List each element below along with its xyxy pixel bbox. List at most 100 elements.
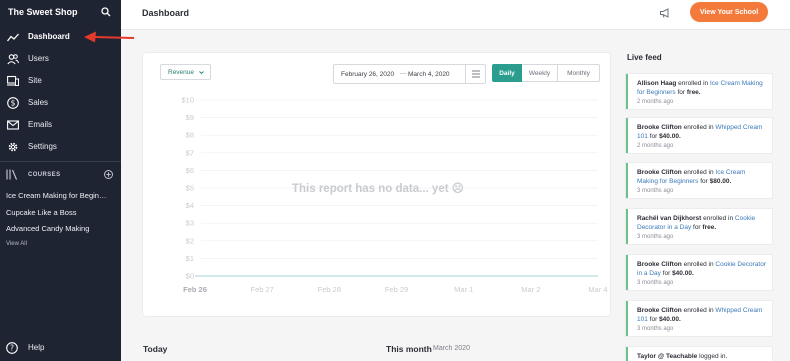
chart-x-tick-label: Feb 28: [318, 285, 341, 294]
help-button[interactable]: ? Help: [6, 341, 116, 355]
live-feed-text: Brooke Clifton enrolled in Whipped Cream…: [637, 306, 767, 324]
live-feed-timestamp: 3 months ago: [637, 188, 674, 194]
live-feed-amount: $40.00.: [659, 133, 681, 140]
live-feed-item: Taylor @ Teachable logged in.: [626, 347, 772, 361]
help-icon: ?: [6, 342, 18, 354]
chart-y-tick-label: $2: [186, 236, 194, 245]
live-feed-verb: enrolled in: [701, 215, 735, 222]
live-feed-item: Allison Haag enrolled in Ice Cream Makin…: [626, 74, 772, 109]
courses-heading: COURSES: [28, 172, 61, 178]
chart-x-tick-label: Feb 29: [385, 285, 408, 294]
live-feed-user[interactable]: Brooke Clifton: [637, 124, 682, 131]
live-feed-verb: enrolled in: [681, 261, 716, 268]
sidebar-course-link[interactable]: Cupcake Like a Boss: [6, 208, 116, 217]
chart-y-tick-label: $1: [186, 254, 194, 263]
chart-y-tick-label: $9: [186, 113, 194, 122]
live-feed-user[interactable]: Brooke Clifton: [637, 169, 682, 176]
live-feed-for: for: [675, 89, 687, 96]
date-range-start: February 26, 2020: [341, 71, 395, 78]
sidebar-course-link[interactable]: Advanced Candy Making: [6, 224, 116, 233]
sidebar-item-emails[interactable]: Emails: [0, 115, 121, 135]
live-feed-item: Brooke Clifton enrolled in Whipped Cream…: [626, 301, 772, 336]
chart-x-tick-label: Mar 2: [521, 285, 540, 294]
live-feed-timestamp: 3 months ago: [637, 280, 674, 286]
sidebar-item-label: Users: [28, 54, 49, 63]
view-your-school-button[interactable]: View Your School: [690, 2, 768, 22]
live-feed-user[interactable]: Allison Haag: [637, 80, 676, 87]
chart-y-tick-label: $7: [186, 148, 194, 157]
chart-y-tick-label: $6: [186, 166, 194, 175]
live-feed-timestamp: 3 months ago: [637, 234, 674, 240]
live-feed-text: Brooke Clifton enrolled in Ice Cream Mak…: [637, 168, 767, 186]
date-range-separator: —: [400, 70, 407, 77]
sidebar-item-label: Dashboard: [28, 32, 70, 41]
library-icon: [6, 169, 18, 180]
add-course-icon[interactable]: [104, 170, 113, 179]
live-feed-for: for: [698, 178, 710, 185]
live-feed-title: Live feed: [627, 53, 662, 62]
sidebar-item-users[interactable]: Users: [0, 49, 121, 69]
chart-x-tick-label: Mar 1: [454, 285, 473, 294]
date-range-end: March 4, 2020: [408, 71, 450, 78]
live-feed-verb: enrolled in: [681, 124, 716, 131]
live-feed-amount: free.: [686, 89, 701, 96]
live-feed-user[interactable]: Brooke Clifton: [637, 261, 682, 268]
sidebar-item-sales[interactable]: $ Sales: [0, 93, 121, 113]
live-feed-user[interactable]: Rachël van Dijkhorst: [637, 215, 701, 222]
calendar-menu-button[interactable]: [465, 65, 485, 83]
chart-x-tick-label: Feb 27: [250, 285, 273, 294]
envelope-icon: [7, 120, 19, 130]
this-month-heading: This month: [386, 344, 432, 354]
sidebar-item-settings[interactable]: Settings: [0, 137, 121, 157]
tab-weekly[interactable]: Weekly: [522, 64, 558, 82]
live-feed-text: Rachël van Dijkhorst enrolled in Cookie …: [637, 214, 767, 232]
chart-y-tick-label: $3: [186, 219, 194, 228]
live-feed-user[interactable]: Brooke Clifton: [637, 307, 682, 314]
revenue-report-card: $10 $9 $8 $7 $6 $5 $4 $3 $2 $1 $0 Feb 26 Feb 27 Feb 2…: [143, 53, 610, 316]
sidebar-item-label: Sales: [28, 98, 49, 107]
live-feed-item: Brooke Clifton enrolled in Ice Cream Mak…: [626, 163, 772, 198]
live-feed-verb: enrolled in: [681, 307, 716, 314]
sidebar-item-label: Settings: [28, 142, 57, 151]
dollar-icon: $: [7, 97, 19, 109]
live-feed-timestamp: 2 months ago: [637, 99, 674, 105]
metric-dropdown-value: Revenue: [168, 68, 195, 76]
this-month-date: March 2020: [433, 345, 470, 352]
megaphone-icon[interactable]: [659, 7, 671, 19]
tab-daily[interactable]: Daily: [492, 64, 522, 82]
chart-y-tick-label: $0: [186, 272, 194, 281]
live-feed-for: for: [660, 270, 673, 277]
live-feed-amount: $80.00.: [709, 178, 732, 185]
live-feed-verb: enrolled in: [676, 80, 710, 87]
sidebar-item-site[interactable]: Site: [0, 71, 121, 91]
metric-dropdown[interactable]: Revenue: [160, 64, 211, 80]
search-icon[interactable]: [101, 7, 111, 17]
live-feed-verb: enrolled in: [681, 169, 716, 176]
menu-lines-icon: [472, 70, 480, 78]
sidebar-course-link[interactable]: Ice Cream Making for Begin…: [6, 191, 116, 200]
live-feed-text: Taylor @ Teachable logged in.: [637, 352, 767, 361]
live-feed-for: for: [647, 133, 660, 140]
help-label: Help: [28, 343, 45, 352]
today-heading: Today: [143, 344, 168, 354]
chart-y-tick-label: $10: [181, 96, 194, 105]
svg-text:$: $: [11, 99, 16, 108]
tab-monthly[interactable]: Monthly: [558, 64, 600, 82]
school-name[interactable]: The Sweet Shop: [8, 7, 78, 17]
live-feed-text: Allison Haag enrolled in Ice Cream Makin…: [637, 79, 767, 97]
no-data-message: This report has no data... yet ☹: [292, 183, 464, 195]
live-feed-for: for: [691, 224, 703, 231]
view-all-courses-link[interactable]: View All: [6, 241, 27, 247]
trend-line-icon: [7, 33, 19, 42]
chart-y-tick-label: $4: [186, 201, 194, 210]
live-feed-user[interactable]: Taylor @ Teachable: [637, 353, 697, 360]
svg-text:?: ?: [10, 344, 14, 353]
date-range-picker[interactable]: February 26, 2020 — March 4, 2020: [333, 64, 486, 84]
page-title: Dashboard: [142, 8, 190, 18]
chart-y-tick-label: $8: [186, 131, 194, 140]
live-feed-amount: free.: [702, 224, 717, 231]
live-feed-item: Rachël van Dijkhorst enrolled in Cookie …: [626, 209, 772, 244]
live-feed-amount: $40.00.: [672, 270, 694, 277]
sidebar-divider: [0, 161, 121, 162]
live-feed-amount: $40.00.: [659, 316, 681, 323]
